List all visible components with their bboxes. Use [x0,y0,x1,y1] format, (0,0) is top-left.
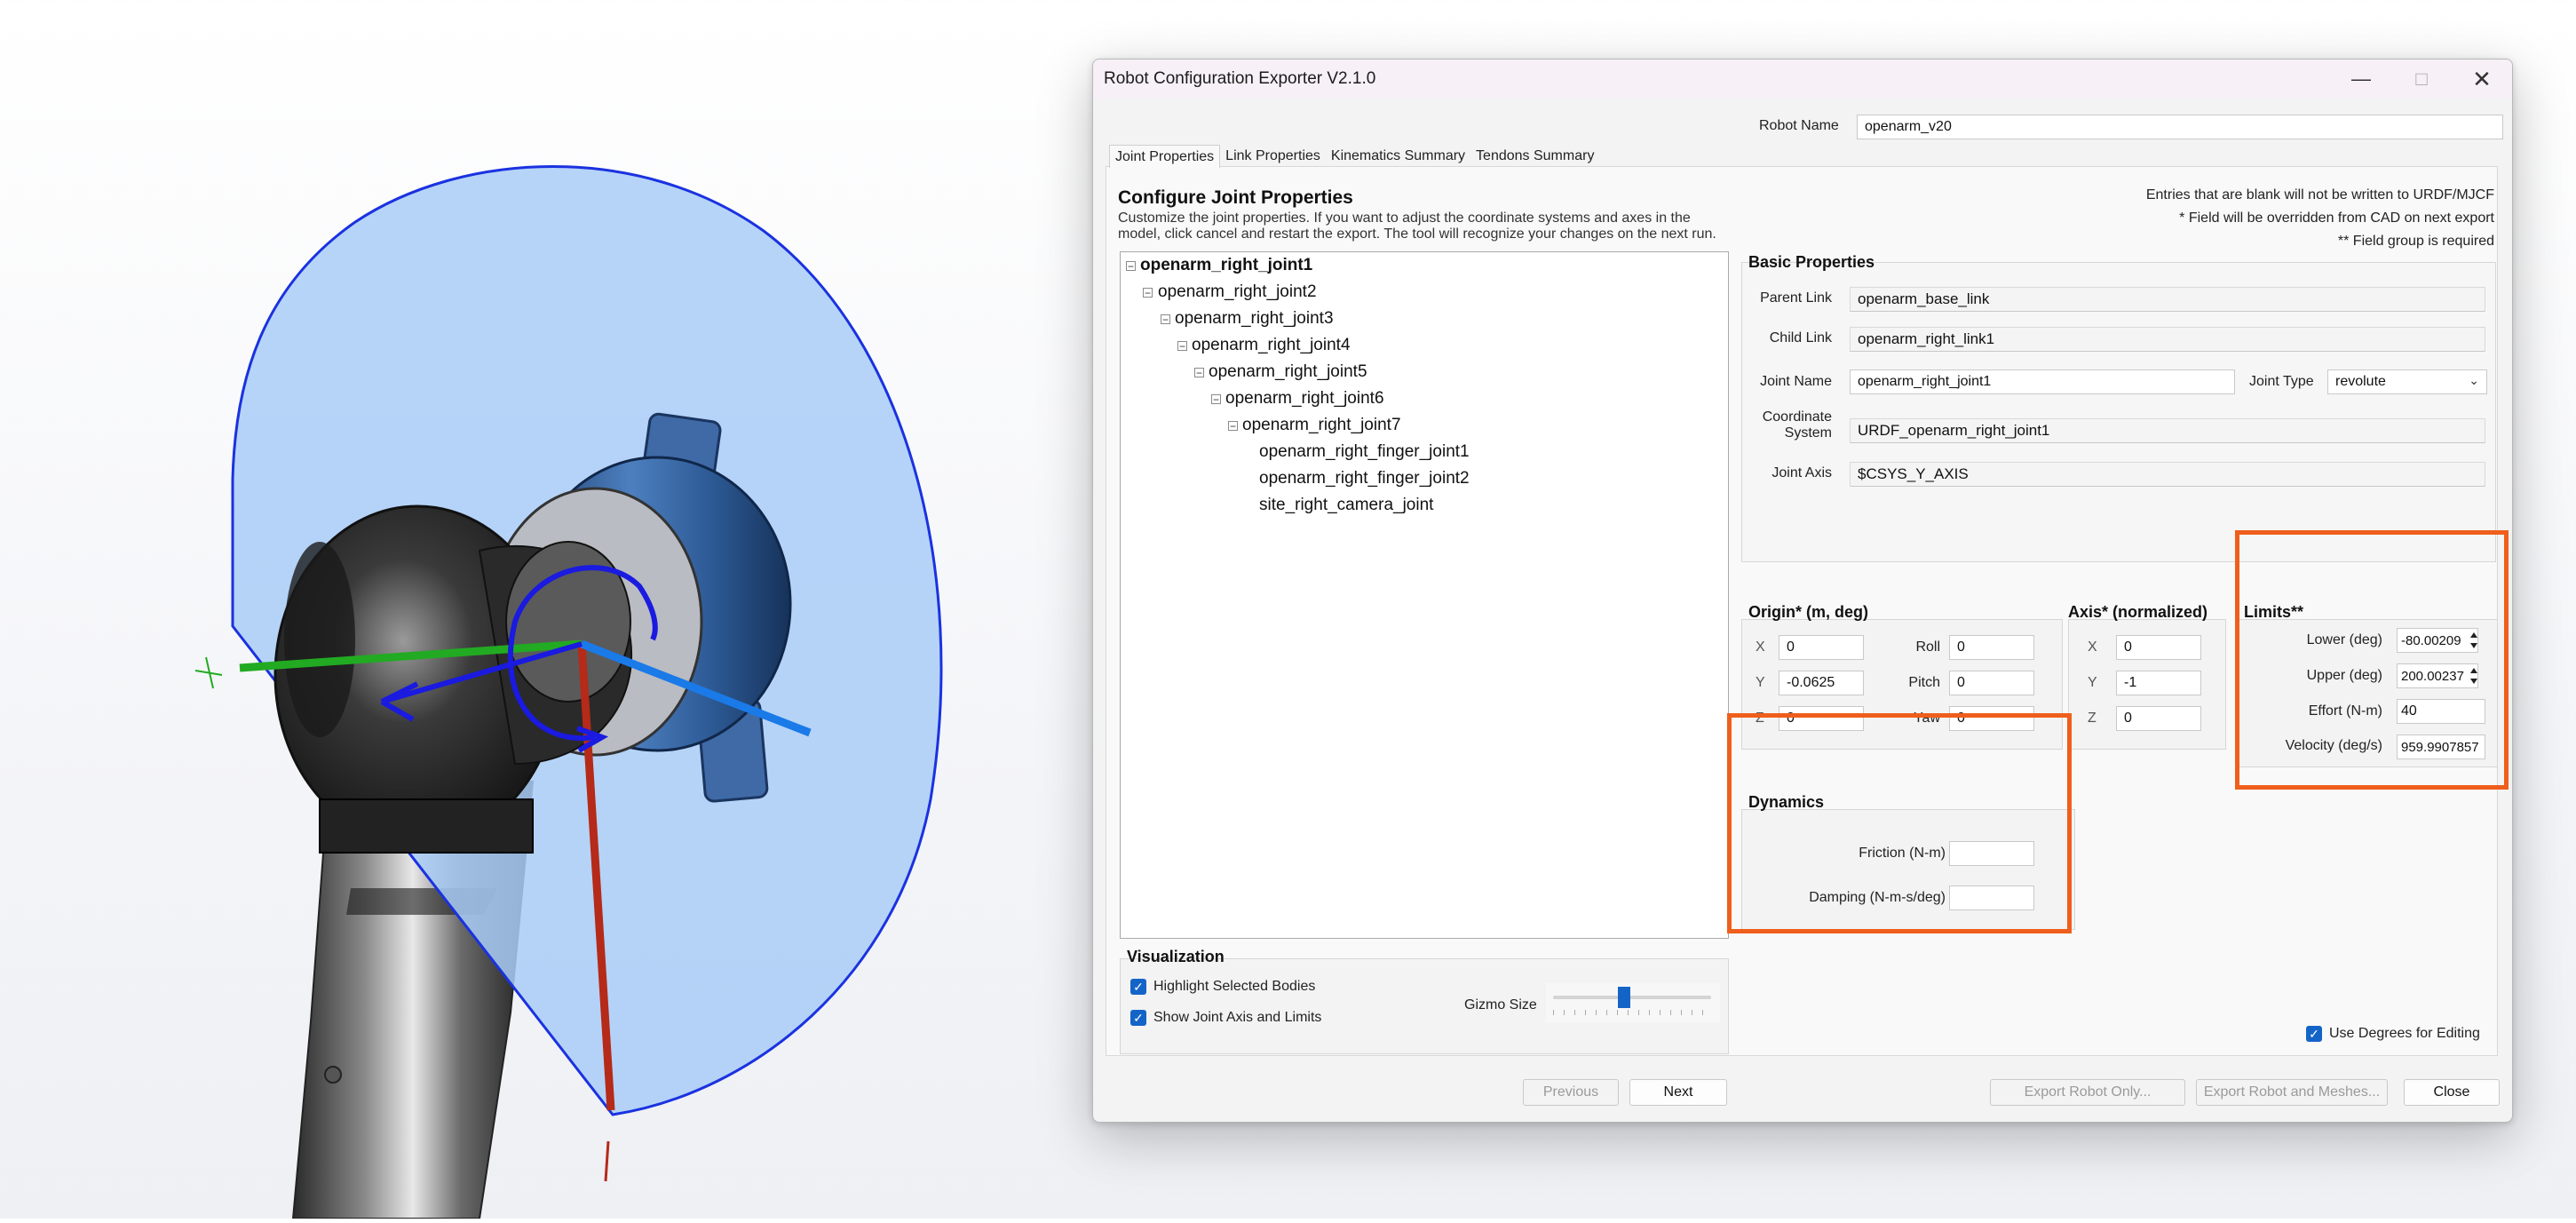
slider-thumb[interactable] [1618,987,1631,1008]
maximize-icon[interactable]: □ [2391,60,2452,99]
note-blank-entries: Entries that are blank will not be writt… [2145,187,2494,203]
export-meshes-button[interactable]: Export Robot and Meshes... [2196,1079,2388,1106]
child-link-label: Child Link [1769,330,1832,345]
robot-name-label: Robot Name [1759,118,1839,133]
tab-bar: Joint Properties Link Properties Kinemat… [1109,145,1599,168]
highlight-bodies-checkbox[interactable]: ✓ [1130,979,1146,995]
coord-system-label-1: Coordinate [1762,409,1832,425]
tree-item[interactable]: openarm_right_finger_joint2 [1259,469,1470,488]
axis-z-label: Z [2088,711,2096,726]
minimize-icon[interactable]: — [2331,60,2391,99]
collapse-icon[interactable]: − [1126,261,1136,272]
dynamics-highlight-box [1727,713,2072,933]
joint-type-label: Joint Type [2249,374,2314,389]
page-description-2: model, click cancel and restart the expo… [1118,226,1716,242]
tab-tendons-summary[interactable]: Tendons Summary [1470,145,1599,168]
robot-arm-scene [194,165,943,1219]
origin-y-input[interactable]: -0.0625 [1779,671,1864,695]
roll-input[interactable]: 0 [1949,635,2034,660]
pitch-input[interactable]: 0 [1949,671,2034,695]
tree-item[interactable]: openarm_right_joint2 [1158,282,1317,302]
joint-type-select[interactable]: revolute ⌄ [2327,369,2487,394]
collapse-icon[interactable]: − [1228,421,1238,432]
collapse-icon[interactable]: − [1161,314,1170,325]
close-button[interactable]: Close [2404,1079,2500,1106]
robot-config-dialog: Robot Configuration Exporter V2.1.0 — □ … [1092,59,2513,1123]
slider-track [1553,996,1711,999]
robot-name-input[interactable]: openarm_v20 [1857,115,2503,139]
coord-system-field: URDF_openarm_right_joint1 [1850,418,2485,443]
axis-y-label: Y [2088,675,2097,690]
joint-type-value: revolute [2335,374,2386,389]
origin-x-input[interactable]: 0 [1779,635,1864,660]
axis-y-input[interactable]: -1 [2116,671,2201,695]
note-overridden: * Field will be overridden from CAD on n… [2179,210,2494,226]
collapse-icon[interactable]: − [1194,368,1204,378]
tree-item[interactable]: openarm_right_joint6 [1225,389,1384,409]
export-robot-button[interactable]: Export Robot Only... [1990,1079,2185,1106]
origin-title: Origin* (m, deg) [1748,603,1868,621]
axis-title: Axis* (normalized) [2068,603,2208,621]
origin-y-label: Y [1756,675,1765,690]
gizmo-size-label: Gizmo Size [1464,997,1537,1013]
tree-item[interactable]: openarm_right_joint5 [1209,362,1367,382]
tree-item[interactable]: openarm_right_joint1 [1140,256,1312,275]
page-description-1: Customize the joint properties. If you w… [1118,210,1691,226]
child-link-field: openarm_right_link1 [1850,327,2485,352]
axis-x-input[interactable]: 0 [2116,635,2201,660]
joint-axis-field: $CSYS_Y_AXIS [1850,462,2485,487]
show-axis-label: Show Joint Axis and Limits [1153,1010,1322,1025]
parent-link-field: openarm_base_link [1850,287,2485,312]
tree-item[interactable]: openarm_right_joint7 [1242,416,1401,435]
pitch-label: Pitch [1908,675,1940,690]
tab-kinematics-summary[interactable]: Kinematics Summary [1326,145,1470,168]
origin-x-label: X [1756,639,1765,655]
coord-system-label-2: System [1784,425,1832,441]
note-required: ** Field group is required [2337,234,2494,249]
tree-item[interactable]: openarm_right_joint4 [1192,336,1351,355]
joint-tree[interactable]: − openarm_right_joint1 − openarm_right_j… [1120,251,1729,939]
joint-name-input[interactable]: openarm_right_joint1 [1850,369,2235,394]
show-axis-checkbox[interactable]: ✓ [1130,1010,1146,1026]
axis-x-label: X [2088,639,2097,655]
tab-joint-properties[interactable]: Joint Properties [1109,145,1221,168]
previous-button[interactable]: Previous [1523,1079,1619,1106]
limits-highlight-box [2235,530,2509,790]
joint-name-label: Joint Name [1760,374,1832,389]
next-button[interactable]: Next [1629,1079,1727,1106]
title-bar[interactable]: Robot Configuration Exporter V2.1.0 — □ … [1093,60,2512,99]
slider-ticks [1553,1010,1711,1015]
joint-axis-label: Joint Axis [1771,465,1832,480]
collapse-icon[interactable]: − [1143,288,1153,298]
tree-item[interactable]: openarm_right_finger_joint1 [1259,442,1470,462]
collapse-icon[interactable]: − [1211,394,1221,405]
use-degrees-label: Use Degrees for Editing [2329,1026,2480,1041]
collapse-icon[interactable]: − [1177,341,1187,352]
axis-z-input[interactable]: 0 [2116,706,2201,731]
gizmo-size-slider[interactable] [1546,983,1720,1022]
page-title: Configure Joint Properties [1118,187,1353,208]
tree-item[interactable]: site_right_camera_joint [1259,496,1433,515]
window-title: Robot Configuration Exporter V2.1.0 [1104,69,1376,88]
chevron-down-icon: ⌄ [2469,373,2479,387]
basic-properties-title: Basic Properties [1748,253,1875,271]
use-degrees-checkbox[interactable]: ✓ [2306,1026,2322,1042]
highlight-bodies-label: Highlight Selected Bodies [1153,979,1316,994]
tree-item[interactable]: openarm_right_joint3 [1175,309,1334,329]
tab-link-properties[interactable]: Link Properties [1220,145,1326,168]
visualization-title: Visualization [1127,948,1225,965]
roll-label: Roll [1915,639,1940,655]
close-icon[interactable]: ✕ [2452,60,2512,99]
parent-link-label: Parent Link [1760,290,1832,306]
cad-viewport[interactable] [0,0,1088,1219]
